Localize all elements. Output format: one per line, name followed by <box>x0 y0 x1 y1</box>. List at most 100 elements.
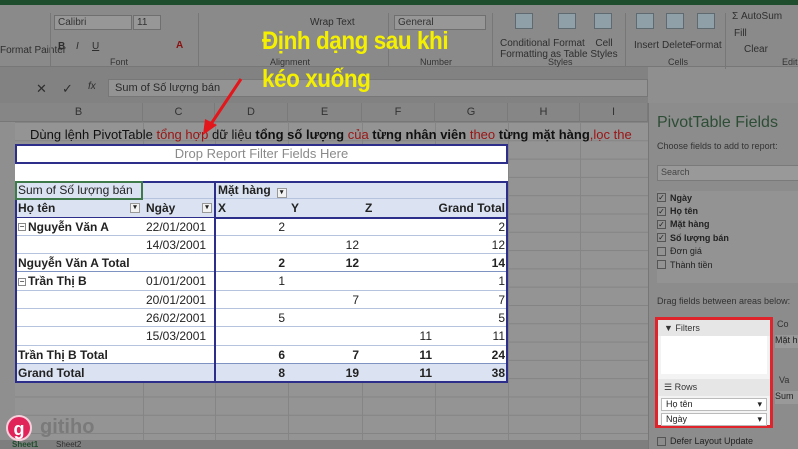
styles-group-label: Styles <box>548 57 573 67</box>
value-field-label: Sum of Số lượng bán <box>15 181 143 198</box>
collapse-icon[interactable]: − <box>18 223 26 232</box>
column-header-H[interactable]: H <box>508 103 580 122</box>
filters-drop-area[interactable] <box>661 336 767 374</box>
drop-report-filter-area[interactable]: Drop Report Filter Fields Here <box>15 144 508 164</box>
pivot-cell: 12 <box>288 254 362 271</box>
column-field-label: Mặt hàng ▾ <box>215 181 508 198</box>
checkbox-unchecked-icon[interactable] <box>657 246 666 256</box>
pivot-cell: 1 <box>435 272 508 289</box>
field-checkbox-item[interactable]: Thành tiền <box>657 258 798 271</box>
row-filter-dropdown-icon[interactable]: ▾ <box>202 203 212 214</box>
font-color-button[interactable]: A <box>176 40 183 51</box>
pivot-cell-text: 01/01/2001 <box>146 274 207 289</box>
field-checkbox-item[interactable]: ✓ Số lượng bán <box>657 231 798 244</box>
pivot-cell: 1 <box>215 272 288 289</box>
gridline <box>580 122 581 440</box>
rows-field-pill[interactable]: Ngày ▾ <box>661 413 767 426</box>
italic-button[interactable]: I <box>76 41 79 52</box>
column-header-I[interactable]: I <box>580 103 648 122</box>
autosum-button[interactable]: Σ AutoSum <box>732 11 782 22</box>
pivot-cell: 26/02/2001 <box>143 309 215 326</box>
font-name-select[interactable]: Calibri <box>54 15 132 30</box>
checkbox-checked-icon[interactable]: ✓ <box>657 193 666 203</box>
pivot-cell <box>288 327 362 344</box>
columns-area-label: Co <box>777 319 789 329</box>
column-header-B[interactable]: B <box>15 103 143 122</box>
defer-layout-checkbox[interactable]: Defer Layout Update <box>657 436 753 446</box>
pivot-cell-text: 7 <box>352 292 359 307</box>
column-header-G[interactable]: G <box>435 103 508 122</box>
instruction-text: Dùng lệnh PivotTable tổng hợp dữ liệu tổ… <box>30 127 632 142</box>
pivot-cell: 8 <box>215 364 288 381</box>
pivot-cell-text: 12 <box>491 237 505 252</box>
pivot-row: 20/01/2001 7 7 <box>15 290 508 310</box>
column-header-F[interactable]: F <box>362 103 435 122</box>
pivot-cell: 2 <box>215 254 288 271</box>
fill-button[interactable]: Fill <box>734 28 747 39</box>
pivot-cell-text: 19 <box>345 365 359 380</box>
filters-rows-areas-highlight: ▼ Filters ☰ Rows Họ tên ▾ Ngày ▾ <box>655 317 773 428</box>
cancel-icon[interactable]: ✕ <box>36 81 47 97</box>
pivot-cell <box>15 309 143 326</box>
pivot-cell: 11 <box>362 346 435 363</box>
pivot-row: − Trần Thị B 01/01/2001 1 1 <box>15 272 508 291</box>
clear-button[interactable]: Clear <box>744 44 768 55</box>
pivot-cell: 6 <box>215 346 288 363</box>
font-size-select[interactable]: 11 <box>133 15 161 30</box>
pivot-cell-text: 24 <box>491 347 505 362</box>
format-button[interactable]: Format <box>690 40 722 51</box>
checkbox-checked-icon[interactable]: ✓ <box>657 233 666 243</box>
conditional-formatting-button[interactable]: Conditional Formatting <box>500 38 550 60</box>
pivot-cell-text: 5 <box>498 311 505 326</box>
pivot-cell-text: 14 <box>491 256 505 271</box>
checkbox-checked-icon[interactable]: ✓ <box>657 206 666 216</box>
field-list: ✓ Ngày ✓ Họ tên ✓ Mặt hàng ✓ Số lượng bán Đơn gi… <box>657 191 798 283</box>
cell-styles-button[interactable]: Cell Styles <box>590 38 618 60</box>
pivot-cell <box>15 236 143 253</box>
collapse-icon[interactable]: − <box>18 278 26 287</box>
column-header-E[interactable]: E <box>288 103 362 122</box>
field-checkbox-item[interactable]: Đơn giá <box>657 245 798 258</box>
checkbox-checked-icon[interactable]: ✓ <box>657 219 666 229</box>
pivot-cell-text: 12 <box>345 237 359 252</box>
values-field-pill[interactable]: Sum o <box>775 391 798 404</box>
annotation-line-2: kéo xuống <box>262 65 371 93</box>
sheet-tab-sheet2[interactable]: Sheet2 <box>56 440 81 449</box>
rows-label: Rows <box>674 382 698 392</box>
pivot-cell <box>362 218 435 235</box>
rows-field-pill[interactable]: Họ tên ▾ <box>661 398 767 411</box>
pivot-row: 26/02/2001 5 5 <box>15 309 508 328</box>
underline-button[interactable]: U <box>92 41 99 52</box>
insert-icon <box>636 13 654 29</box>
chevron-down-icon[interactable]: ▾ <box>757 399 762 410</box>
row-filter-dropdown-icon[interactable]: ▾ <box>130 203 140 214</box>
field-checkbox-item[interactable]: ✓ Họ tên <box>657 204 798 217</box>
pivot-cell-text: 5 <box>278 311 285 326</box>
sheet-tab-sheet1[interactable]: Sheet1 <box>12 440 38 449</box>
columns-field-pill[interactable]: Mặt h <box>775 335 798 348</box>
field-checkbox-item[interactable]: ✓ Ngày <box>657 191 798 204</box>
column-filter-dropdown-icon[interactable]: ▾ <box>276 187 287 198</box>
rows-area-header: ☰ Rows <box>658 379 770 396</box>
pivot-cell-text: 15/03/2001 <box>146 329 207 344</box>
pivot-cell: 11 <box>435 327 508 344</box>
pivot-cell <box>362 236 435 253</box>
panel-title: PivotTable Fields <box>657 114 778 131</box>
enter-icon[interactable]: ✓ <box>62 81 73 97</box>
delete-button[interactable]: Delete <box>662 40 691 51</box>
insert-function-icon[interactable]: fx <box>88 81 96 92</box>
pivot-cell: 01/01/2001 <box>143 272 215 289</box>
pivot-cell <box>288 272 362 289</box>
field-label: Đơn giá <box>670 246 702 257</box>
pivot-header-cell: Họ tên ▾ <box>15 199 143 216</box>
annotation-line-1: Định dạng sau khi <box>262 27 449 55</box>
checkbox-unchecked-icon[interactable] <box>657 260 666 270</box>
insert-button[interactable]: Insert <box>634 40 659 51</box>
pivot-cell <box>362 254 435 271</box>
field-search-input[interactable]: Search <box>657 165 798 181</box>
format-painter-button[interactable]: Format Painter <box>0 45 66 56</box>
chevron-down-icon[interactable]: ▾ <box>757 414 762 425</box>
pivot-cell: 22/01/2001 <box>143 218 215 235</box>
bold-button[interactable]: B <box>58 41 65 52</box>
field-checkbox-item[interactable]: ✓ Mặt hàng <box>657 218 798 231</box>
